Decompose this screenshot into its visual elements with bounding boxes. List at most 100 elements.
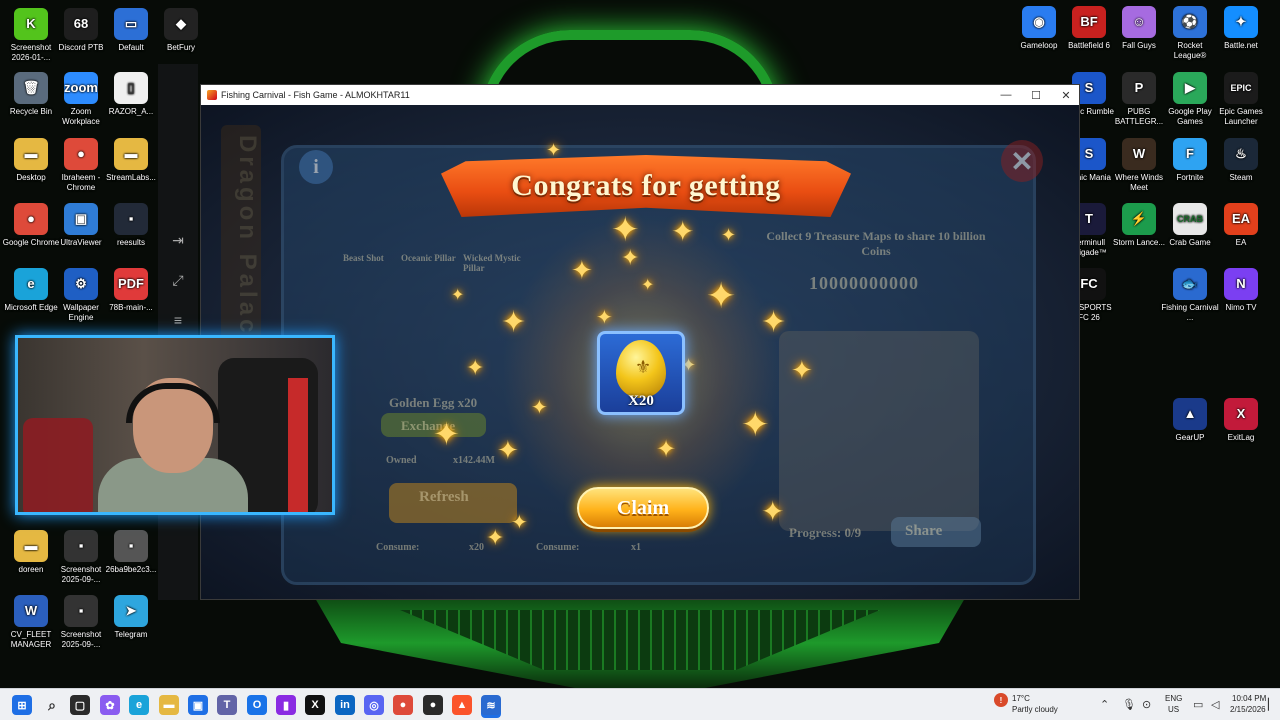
desktop-icon[interactable]: 🐟 Fishing Carnival ... xyxy=(1161,268,1219,323)
desktop-icon[interactable]: ➤ Telegram xyxy=(102,595,160,640)
desktop-icon[interactable]: ⚡ Storm Lance... xyxy=(1110,203,1168,248)
chrome-taskbar-icon[interactable]: ● xyxy=(393,695,413,715)
desktop-icon[interactable]: ▬ StreamLabs... xyxy=(102,138,160,183)
weather-temp[interactable]: 17°C xyxy=(1012,694,1030,704)
clock-time[interactable]: 10:04 PM xyxy=(1232,694,1266,704)
desktop-icon[interactable]: W Where Winds Meet xyxy=(1110,138,1168,193)
sparkle-star-icon: ✦ xyxy=(546,140,562,160)
desktop-icon[interactable]: ⚽ Rocket League® xyxy=(1161,6,1219,61)
desktop-icon[interactable]: F Fortnite xyxy=(1161,138,1219,183)
desktop-icon-label: EA xyxy=(1235,238,1247,247)
desktop-app-icon: 68 xyxy=(64,8,98,40)
exit-icon[interactable]: ⇥ xyxy=(158,220,198,260)
reward-card: ⚜ X20 xyxy=(597,331,685,415)
desktop-app-icon: EA xyxy=(1224,203,1258,235)
desktop-app-icon: ● xyxy=(14,203,48,235)
desktop-icon[interactable]: EPIC Epic Games Launcher xyxy=(1212,72,1270,127)
teams-icon[interactable]: T xyxy=(217,695,237,715)
desktop-icon-label: Epic Games Launcher xyxy=(1219,107,1263,126)
desktop-icon[interactable]: P PUBG BATTLEGR... xyxy=(1110,72,1168,127)
search-icon[interactable]: ⌕ xyxy=(42,695,62,715)
discord-icon[interactable]: ◎ xyxy=(364,695,384,715)
desktop-icon[interactable]: ◆ BetFury xyxy=(152,8,210,53)
copilot-icon[interactable]: ✿ xyxy=(100,695,120,715)
x-icon[interactable]: X xyxy=(305,695,325,715)
microphone-icon[interactable]: 🎙 xyxy=(1122,698,1136,711)
desktop-app-icon: EPIC xyxy=(1224,72,1258,104)
desktop-icon-label: Crab Game xyxy=(1169,238,1211,247)
webcam-background-object xyxy=(23,418,93,512)
desktop-icon-label: 26ba9be2c3... xyxy=(105,565,157,574)
start-icon[interactable]: ⊞ xyxy=(12,695,32,715)
close-panel-icon[interactable]: ✕ xyxy=(1001,140,1043,182)
bg-item-2: Oceanic Pillar xyxy=(401,253,456,263)
desktop-icon[interactable]: ▪ 26ba9be2c3... xyxy=(102,530,160,575)
desktop-icon-label: GearUP xyxy=(1175,433,1205,442)
desktop-app-icon: ☺ xyxy=(1122,6,1156,38)
desktop-icon[interactable]: CRAB Crab Game xyxy=(1161,203,1219,248)
desktop-icon-label: Steam xyxy=(1229,173,1253,182)
minimize-button[interactable]: — xyxy=(991,85,1021,105)
bg-jackpot: 10000000000 xyxy=(809,273,919,293)
weather-desc[interactable]: Partly cloudy xyxy=(1012,705,1058,715)
desktop-icon[interactable]: PDF 78B-main-... xyxy=(102,268,160,313)
file-explorer-icon[interactable]: ▬ xyxy=(159,695,179,715)
desktop-icon[interactable]: ▯ RAZOR_A... xyxy=(102,72,160,117)
language-code[interactable]: ENG xyxy=(1165,694,1182,704)
bg-item-1: Beast Shot xyxy=(343,253,384,263)
desktop-app-icon: ⚽ xyxy=(1173,6,1207,38)
desktop-icon[interactable]: ▪ reesults xyxy=(102,203,160,248)
desktop-icon-label: 78B-main-... xyxy=(109,303,153,312)
linkedin-icon[interactable]: in xyxy=(335,695,355,715)
notification-icon[interactable]: ▏ xyxy=(1268,698,1276,711)
webcam-headset xyxy=(126,383,220,423)
desktop-icon-label: Fishing Carnival ... xyxy=(1161,303,1219,322)
desktop-icon[interactable]: ▲ GearUP xyxy=(1161,398,1219,443)
desktop-icon[interactable]: EA EA xyxy=(1212,203,1270,248)
desktop-icon-label: RAZOR_A... xyxy=(108,107,154,116)
edge-taskbar-icon[interactable]: e xyxy=(129,695,149,715)
side-title: Dragon Palace xyxy=(221,125,261,355)
desktop-icon[interactable]: ✦ Battle.net xyxy=(1212,6,1270,51)
desktop-icon[interactable]: X ExitLag xyxy=(1212,398,1270,443)
sparkle-star-icon: ✦ xyxy=(761,306,787,339)
claim-button[interactable]: Claim xyxy=(577,487,709,529)
maximize-button[interactable]: ☐ xyxy=(1021,85,1051,105)
keyboard-region[interactable]: US xyxy=(1168,705,1179,715)
desktop-app-icon: ▯ xyxy=(114,72,148,104)
fishing-carnival-taskbar-icon[interactable]: ≋ xyxy=(481,695,501,715)
claim-label: Claim xyxy=(616,496,670,519)
chevron-up-icon[interactable]: ⌃ xyxy=(1100,698,1109,711)
desktop-app-icon: W xyxy=(1122,138,1156,170)
desktop-app-icon: 🐟 xyxy=(1173,268,1207,300)
task-view-icon[interactable]: ▢ xyxy=(70,695,90,715)
volume-icon[interactable]: ◁ xyxy=(1211,698,1219,711)
bg-golden-egg: Golden Egg x20 xyxy=(389,395,478,410)
chrome-profile-icon[interactable]: ● xyxy=(423,695,443,715)
store-icon[interactable]: ▣ xyxy=(188,695,208,715)
twitch-icon[interactable]: ▮ xyxy=(276,695,296,715)
desktop-app-icon: K xyxy=(14,8,48,40)
desktop-app-icon: ▪ xyxy=(114,203,148,235)
desktop-app-icon: e xyxy=(14,268,48,300)
desktop-icon-label: ExitLag xyxy=(1227,433,1255,442)
desktop-app-icon: P xyxy=(1122,72,1156,104)
display-icon[interactable]: ▭ xyxy=(1193,698,1203,711)
desktop-icon[interactable]: ♨ Steam xyxy=(1212,138,1270,183)
expand-icon[interactable]: ⤢ xyxy=(158,260,198,300)
info-icon[interactable]: i xyxy=(299,150,333,184)
desktop-icon[interactable]: N Nimo TV xyxy=(1212,268,1270,313)
clock-date[interactable]: 2/15/2026 xyxy=(1230,705,1266,715)
location-icon[interactable]: ⊙ xyxy=(1142,698,1151,711)
brave-icon[interactable]: ▲ xyxy=(452,695,472,715)
bg-collect-text: Collect 9 Treasure Maps to share 10 bill… xyxy=(766,229,986,258)
bg-consume-a-label: Consume: xyxy=(376,542,420,553)
desktop-app-icon: zoom xyxy=(64,72,98,104)
desktop-icon[interactable]: ☺ Fall Guys xyxy=(1110,6,1168,51)
outlook-icon[interactable]: O xyxy=(247,695,267,715)
close-window-button[interactable]: ✕ xyxy=(1051,85,1081,105)
desktop-app-icon: ▣ xyxy=(64,203,98,235)
desktop-icon[interactable]: ▶ Google Play Games xyxy=(1161,72,1219,127)
desktop-app-icon: BF xyxy=(1072,6,1106,38)
settings-sliders-icon[interactable]: ≡ xyxy=(158,300,198,340)
